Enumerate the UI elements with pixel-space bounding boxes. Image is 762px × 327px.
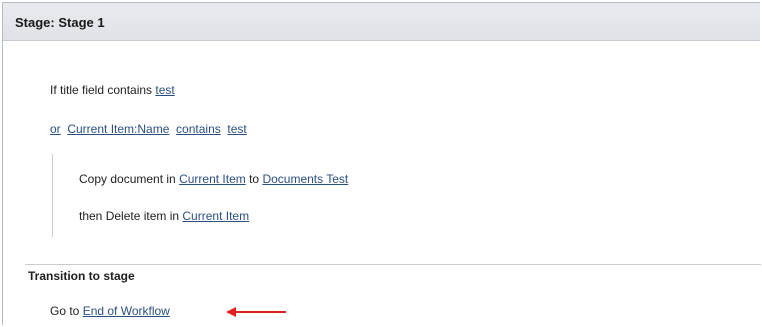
action-block-bar <box>52 154 53 237</box>
condition2-value-link[interactable]: test <box>227 122 246 136</box>
field-link-current-item-name[interactable]: Current Item:Name <box>67 122 169 136</box>
copy-source-link[interactable]: Current Item <box>179 172 246 186</box>
operator-link-contains[interactable]: contains <box>176 122 221 136</box>
transition-goto: Go to End of Workflow <box>50 304 170 318</box>
action-copy-document: Copy document in Current Item to Documen… <box>79 172 348 186</box>
delete-action-label: then Delete item in <box>79 209 183 223</box>
condition-title-contains: If title field contains test <box>50 83 175 97</box>
red-left-arrow-icon <box>226 307 286 317</box>
stage-header[interactable]: Stage: Stage 1 <box>3 3 760 41</box>
goto-target-link[interactable]: End of Workflow <box>83 304 170 318</box>
copy-to-label: to <box>245 172 263 186</box>
stage-title: Stage: Stage 1 <box>15 15 105 30</box>
transition-heading: Transition to stage <box>28 269 135 283</box>
copy-target-link[interactable]: Documents Test <box>262 172 348 186</box>
workflow-stage-panel: Stage: Stage 1 If title field contains t… <box>2 2 761 325</box>
delete-target-link[interactable]: Current Item <box>182 209 249 223</box>
condition-or-clause: or Current Item:Name contains test <box>50 122 247 136</box>
condition-label: If title field contains <box>50 83 156 97</box>
condition-value-link[interactable]: test <box>155 83 174 97</box>
or-operator-link[interactable]: or <box>50 122 61 136</box>
copy-action-label: Copy document in <box>79 172 180 186</box>
action-delete-item: then Delete item in Current Item <box>79 209 249 223</box>
transition-divider <box>25 264 761 265</box>
goto-label: Go to <box>50 304 83 318</box>
